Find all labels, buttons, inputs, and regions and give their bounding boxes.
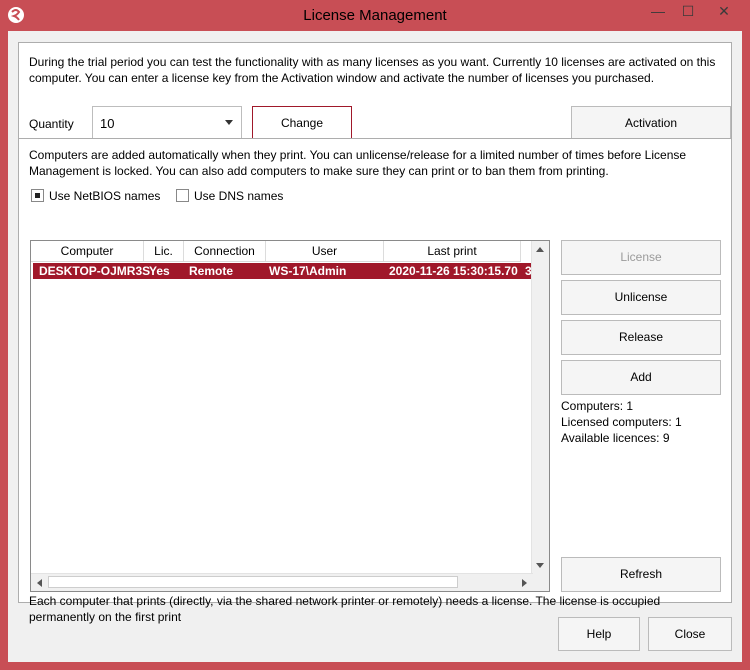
chevron-down-icon [225, 120, 233, 125]
computers-panel: Computers are added automatically when t… [18, 138, 732, 624]
vertical-scrollbar[interactable] [531, 241, 549, 574]
licensed-count: Licensed computers: 1 [561, 415, 682, 429]
table-row[interactable]: DESKTOP-OJMR3S Yes Remote WS-17\Admin 20… [33, 263, 532, 279]
refresh-button[interactable]: Refresh [561, 557, 721, 592]
scrollbar-corner [532, 574, 549, 591]
cell-computer: DESKTOP-OJMR3S [39, 264, 151, 278]
netbios-checkbox[interactable] [31, 189, 44, 202]
cell-last-print: 2020-11-26 15:30:15.70 [389, 264, 518, 278]
license-management-window: License Management — ☐ ✕ During the tria… [0, 0, 750, 670]
computers-count: Computers: 1 [561, 399, 634, 413]
minimize-button[interactable]: — [642, 0, 674, 24]
help-button[interactable]: Help [558, 617, 640, 651]
quantity-dropdown[interactable]: 10 [92, 106, 242, 140]
scroll-up-icon[interactable] [536, 247, 544, 252]
netbios-label: Use NetBIOS names [49, 189, 161, 203]
title-bar[interactable]: License Management — ☐ ✕ [0, 0, 750, 31]
license-button[interactable]: License [561, 240, 721, 275]
table-header: Computer Lic. Connection User Last print [31, 241, 521, 262]
add-button[interactable]: Add [561, 360, 721, 395]
window-title: License Management [303, 7, 447, 24]
scroll-down-icon[interactable] [536, 563, 544, 568]
maximize-button[interactable]: ☐ [672, 0, 704, 24]
trial-description: During the trial period you can test the… [29, 55, 716, 85]
close-window-button[interactable]: ✕ [704, 0, 744, 24]
horizontal-scroll-thumb[interactable] [48, 576, 458, 588]
dialog-client-area: During the trial period you can test the… [8, 31, 742, 662]
column-header-connection[interactable]: Connection [184, 241, 266, 261]
trial-info-panel: During the trial period you can test the… [18, 42, 732, 141]
cell-user: WS-17\Admin [269, 264, 347, 278]
scroll-left-icon[interactable] [37, 579, 42, 587]
available-count: Available licences: 9 [561, 431, 670, 445]
column-header-computer[interactable]: Computer [31, 241, 144, 261]
quantity-value: 10 [100, 116, 115, 131]
quantity-label: Quantity [29, 117, 74, 131]
dns-label: Use DNS names [194, 189, 284, 203]
close-button[interactable]: Close [648, 617, 732, 651]
scroll-right-icon[interactable] [522, 579, 527, 587]
cell-lic: Yes [149, 264, 170, 278]
release-button[interactable]: Release [561, 320, 721, 355]
activation-button[interactable]: Activation [571, 106, 731, 141]
horizontal-scrollbar[interactable] [31, 573, 533, 591]
unlicense-button[interactable]: Unlicense [561, 280, 721, 315]
column-header-last-print[interactable]: Last print [384, 241, 521, 261]
change-button[interactable]: Change [252, 106, 352, 141]
cell-connection: Remote [189, 264, 234, 278]
column-header-user[interactable]: User [266, 241, 384, 261]
computers-table[interactable]: Computer Lic. Connection User Last print… [30, 240, 550, 592]
dns-checkbox[interactable] [176, 189, 189, 202]
column-header-lic[interactable]: Lic. [144, 241, 184, 261]
computers-description: Computers are added automatically when t… [29, 148, 687, 178]
